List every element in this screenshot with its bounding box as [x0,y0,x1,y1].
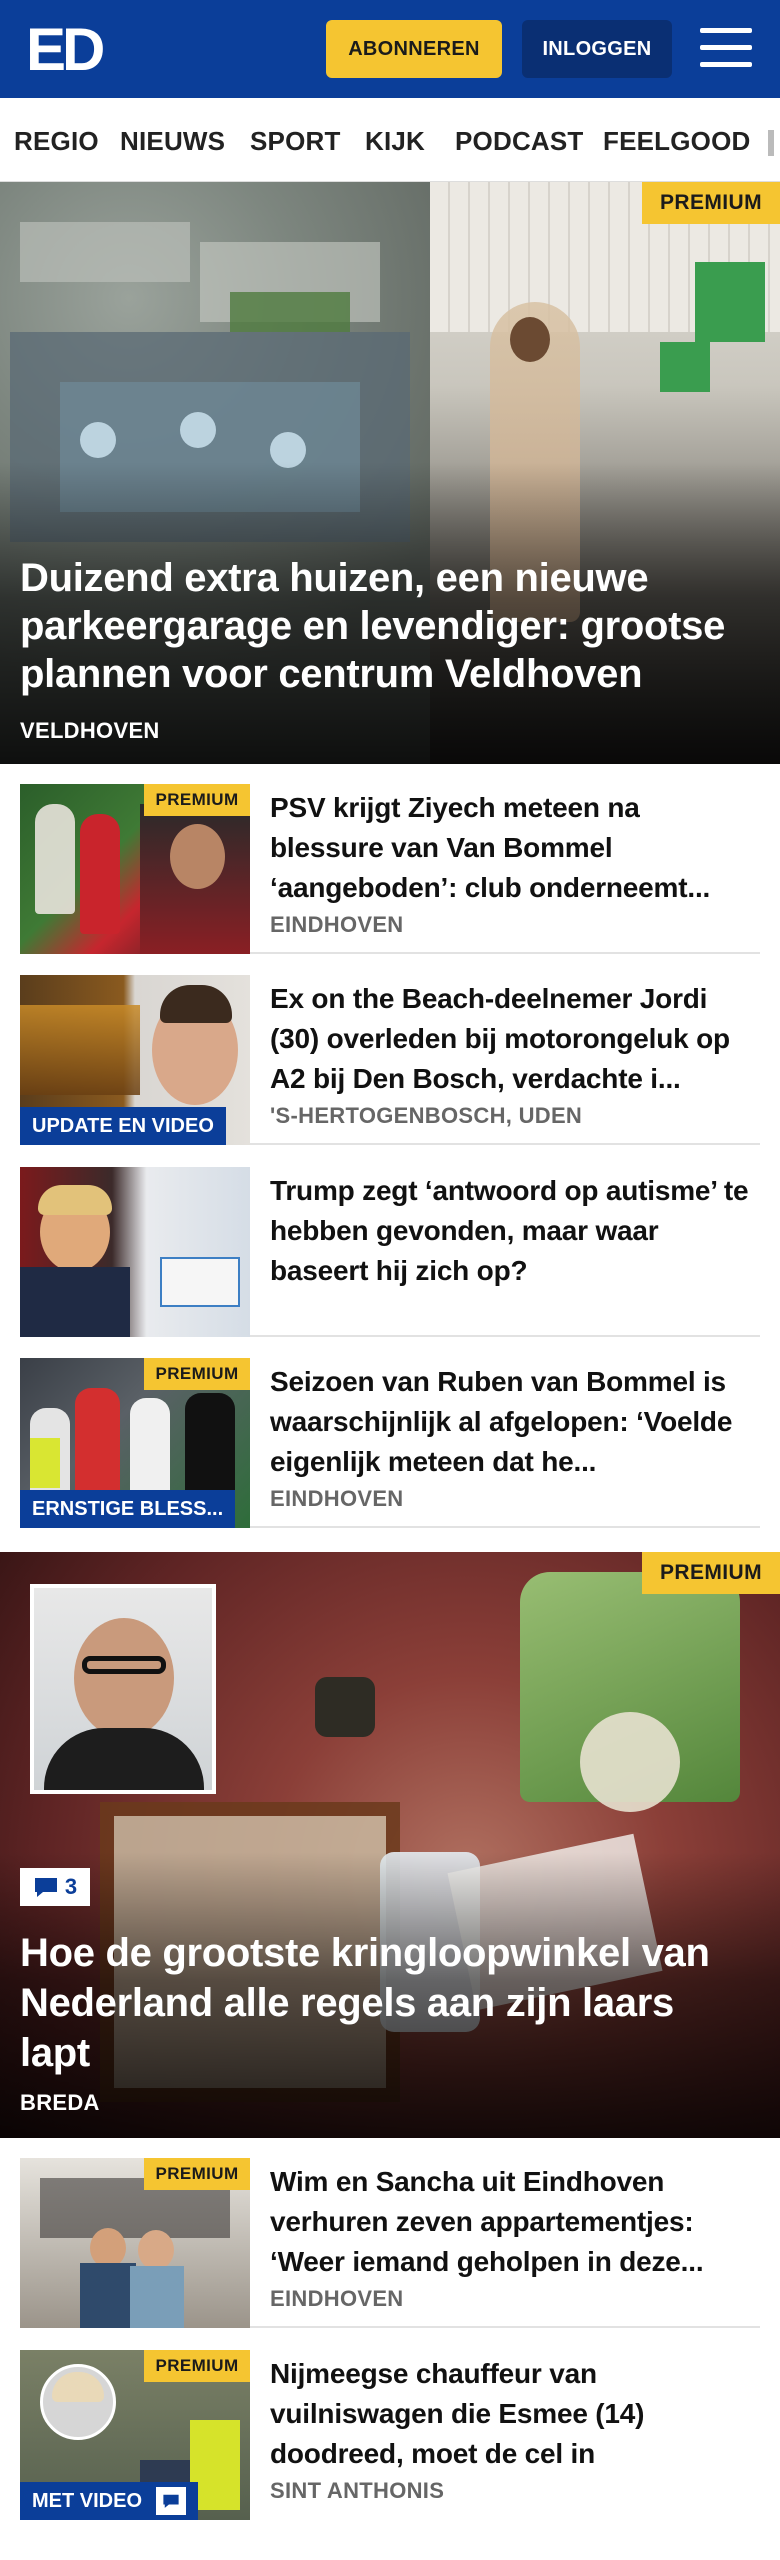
article-headline[interactable]: Seizoen van Ruben van Bommel is waarschi… [270,1362,760,1482]
featured-headline[interactable]: Hoe de grootste kringloopwinkel van Nede… [20,1928,750,2078]
subscribe-button[interactable]: ABONNEREN [326,20,502,78]
hero-article[interactable]: PREMIUM Duizend extra huizen, een nieuwe… [0,182,780,764]
article-headline[interactable]: Ex on the Beach-deelnemer Jordi (30) ove… [270,979,760,1099]
hero-location: VELDHOVEN [20,718,160,743]
video-label-text: MET VIDEO [32,2489,143,2512]
severe-injury-label: ERNSTIGE BLESS... [20,1490,236,1528]
article-headline[interactable]: Trump zegt ‘antwoord op autisme’ te hebb… [270,1171,760,1291]
update-video-label: UPDATE EN VIDEO [20,1107,226,1145]
nav-item-feelgood[interactable]: FEELGOOD [603,126,751,157]
article-location: SINT ANTHONIS [270,2478,445,2503]
top-header: ED ABONNEREN INLOGGEN [0,0,780,98]
list-item[interactable]: Trump zegt ‘antwoord op autisme’ te hebb… [20,1147,760,1337]
list-item[interactable]: PREMIUM Wim en Sancha uit Eindhoven verh… [20,2138,760,2328]
hero-headline[interactable]: Duizend extra huizen, een nieuwe parkeer… [20,554,750,698]
article-location: 'S-HERTOGENBOSCH, UDEN [270,1103,583,1128]
nav-overflow-hint [768,130,774,156]
comment-icon [156,2487,187,2515]
section-nav: REGIO NIEUWS SPORT KIJK PODCAST FEELGOOD [0,98,780,182]
nav-item-regio[interactable]: REGIO [14,126,99,157]
article-headline[interactable]: PSV krijgt Ziyech meteen na blessure van… [270,788,760,908]
login-button[interactable]: INLOGGEN [522,20,672,78]
premium-badge: PREMIUM [144,1358,250,1390]
columnist-avatar [30,1584,216,1794]
article-thumbnail [20,1167,250,1337]
premium-badge: PREMIUM [144,2350,250,2382]
article-headline[interactable]: Nijmeegse chauffeur van vuilniswagen die… [270,2354,760,2474]
list-item[interactable]: UPDATE EN VIDEO Ex on the Beach-deelneme… [20,955,760,1145]
article-location: EINDHOVEN [270,912,404,937]
premium-badge: PREMIUM [144,784,250,816]
video-label: MET VIDEO [20,2482,199,2520]
hamburger-menu-icon[interactable] [700,26,752,70]
nav-item-nieuws[interactable]: NIEUWS [120,126,225,157]
comment-icon [34,1878,57,1897]
site-logo[interactable]: ED [26,20,105,80]
article-thumbnail: PREMIUM MET VIDEO [20,2350,250,2520]
list-item[interactable]: PREMIUM ERNSTIGE BLESS... Seizoen van Ru… [20,1338,760,1528]
list-item[interactable]: PREMIUM PSV krijgt Ziyech meteen na bles… [20,764,760,954]
comment-count: 3 [64,1874,78,1899]
list-item[interactable]: PREMIUM MET VIDEO Nijmeegse chauffeur va… [20,2330,760,2540]
nav-item-sport[interactable]: SPORT [250,126,341,157]
article-headline[interactable]: Wim en Sancha uit Eindhoven verhuren zev… [270,2162,760,2282]
article-thumbnail: UPDATE EN VIDEO [20,975,250,1145]
article-thumbnail: PREMIUM [20,784,250,954]
comment-count-badge[interactable]: 3 [20,1868,90,1906]
premium-badge: PREMIUM [642,182,780,224]
premium-badge: PREMIUM [642,1552,780,1594]
nav-item-podcast[interactable]: PODCAST [455,126,584,157]
featured-article[interactable]: PREMIUM 3 Hoe de grootste kringloopwinke… [0,1552,780,2138]
article-thumbnail: PREMIUM [20,2158,250,2328]
nav-item-kijk[interactable]: KIJK [365,126,425,157]
article-location: EINDHOVEN [270,1486,404,1511]
article-thumbnail: PREMIUM ERNSTIGE BLESS... [20,1358,250,1528]
article-location: EINDHOVEN [270,2286,404,2311]
featured-location: BREDA [20,2090,100,2115]
premium-badge: PREMIUM [144,2158,250,2190]
